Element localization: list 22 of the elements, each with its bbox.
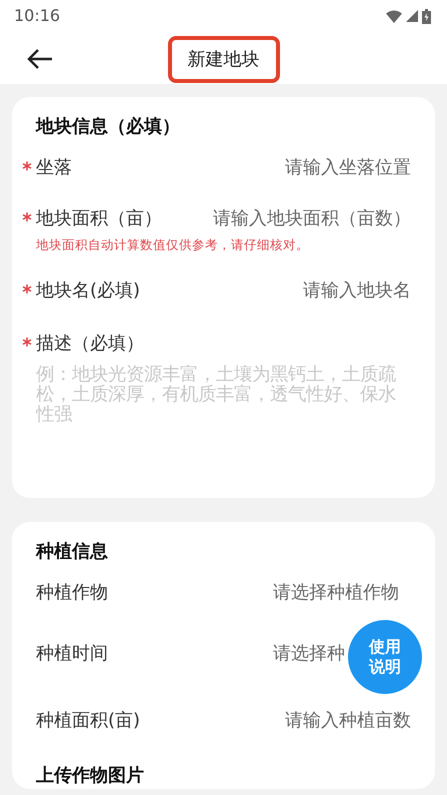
section-title: 地块信息（必填） — [36, 115, 181, 139]
picker-field[interactable]: 请选择种植作物 — [273, 578, 399, 606]
signal-icon — [406, 10, 418, 22]
picker-field[interactable]: 请选择种 — [273, 640, 345, 667]
field-label: 种植时间 — [36, 642, 108, 664]
hint-text: 地块面积自动计算数值仅供参考，请仔细核对。 — [36, 236, 310, 254]
field-label: 坐落 — [36, 157, 72, 178]
page-title: 新建地块 — [168, 36, 280, 83]
section-title: 种植信息 — [36, 540, 109, 564]
field-label: 地块名(必填) — [36, 280, 140, 301]
section-title: 上传作物图片 — [36, 764, 145, 788]
field-label: 种植作物 — [36, 582, 108, 603]
wifi-icon — [386, 10, 402, 22]
field-label: 地块面积（亩） — [36, 208, 162, 229]
status-time: 10:16 — [14, 5, 60, 27]
input-field[interactable]: 请输入地块名 — [156, 276, 411, 304]
input-field[interactable]: 请输入坐落位置 — [88, 154, 411, 181]
input-field[interactable]: 请输入地块面积（亩数） — [178, 205, 411, 232]
field-label: 描述（必填） — [36, 332, 144, 354]
field-label: 种植面积(亩) — [36, 710, 140, 731]
battery-icon — [422, 8, 431, 24]
input-field[interactable]: 请输入种植亩数 — [156, 706, 411, 734]
